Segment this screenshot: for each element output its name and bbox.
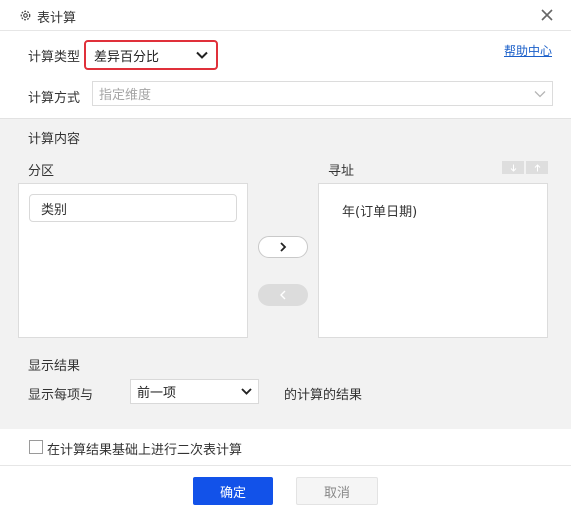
order-buttons — [502, 161, 548, 174]
dialog-footer — [0, 465, 571, 512]
dialog-title: 表计算 — [37, 11, 77, 26]
move-down-button[interactable] — [502, 161, 524, 174]
calc-method-placeholder: 指定维度 — [99, 88, 152, 103]
partition-label: 分区 — [28, 164, 55, 179]
arrow-down-icon — [510, 164, 516, 172]
chevron-down-icon — [196, 51, 208, 59]
secondary-calc-label: 在计算结果基础上进行二次表计算 — [47, 443, 243, 458]
partition-item-category[interactable]: 类别 — [29, 194, 237, 222]
arrow-up-icon — [534, 163, 540, 171]
help-center-link[interactable]: 帮助中心 — [504, 42, 552, 59]
calc-type-label: 计算类型 — [28, 50, 81, 65]
chevron-left-icon — [280, 290, 286, 300]
result-section-label: 显示结果 — [28, 359, 81, 374]
cancel-button[interactable]: 取消 — [296, 477, 378, 505]
partition-item-label: 类别 — [41, 202, 68, 218]
move-up-button[interactable] — [526, 161, 548, 174]
gear-icon — [20, 10, 31, 21]
dialog-titlebar: 表计算 — [0, 0, 571, 31]
calc-type-value: 差异百分比 — [94, 49, 160, 65]
addressing-label: 寻址 — [328, 164, 355, 179]
calc-method-select[interactable]: 指定维度 — [92, 81, 553, 106]
result-suffix: 的计算的结果 — [284, 388, 363, 403]
addressing-item-year[interactable]: 年(订单日期) — [342, 201, 417, 220]
calc-method-label: 计算方式 — [28, 91, 81, 106]
chevron-right-icon — [280, 242, 287, 252]
close-icon[interactable] — [538, 6, 556, 24]
compare-option-select[interactable]: 前一项 — [130, 379, 259, 404]
ok-button[interactable]: 确定 — [193, 477, 273, 505]
result-prefix: 显示每项与 — [28, 388, 94, 403]
compare-option-value: 前一项 — [137, 386, 177, 401]
chevron-down-icon — [241, 388, 252, 395]
calc-type-select[interactable]: 差异百分比 — [84, 40, 218, 70]
move-left-button[interactable] — [258, 284, 308, 306]
move-right-button[interactable] — [258, 236, 308, 258]
calc-content-label: 计算内容 — [28, 132, 81, 147]
chevron-down-icon — [534, 90, 546, 97]
secondary-calc-checkbox[interactable] — [29, 440, 43, 454]
